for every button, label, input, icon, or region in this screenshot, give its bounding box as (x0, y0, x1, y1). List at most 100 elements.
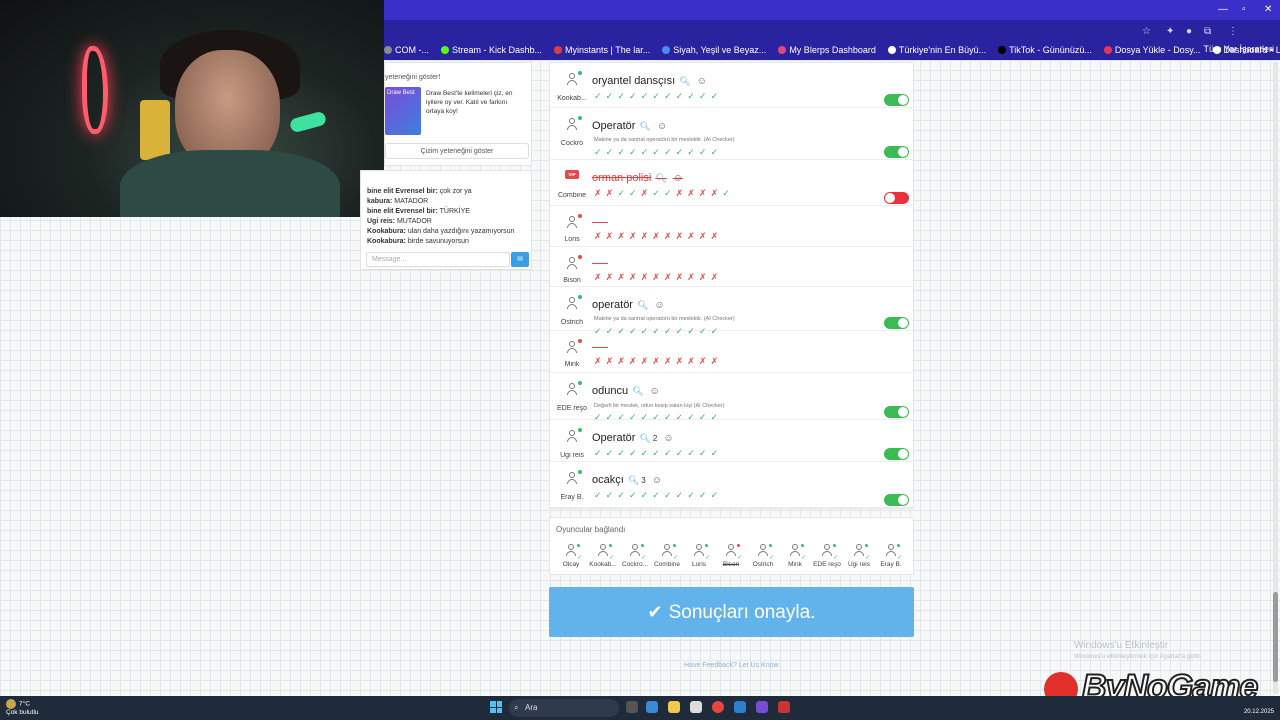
guess-word: oryantel dansçısı (592, 75, 676, 87)
chrome-icon[interactable] (712, 701, 724, 713)
task-view-icon[interactable] (626, 701, 638, 713)
bookmark-label: Türkiye'nin En Büyü... (898, 45, 987, 55)
ai-checker-note: Makine ya da santral operatörü bir mesle… (594, 316, 735, 322)
status-dot (769, 544, 772, 547)
obs-icon[interactable] (778, 701, 790, 713)
vote-marks: ✓✓✓✓✓✓✓✓✓✓✓ (594, 147, 723, 157)
avatar-icon (566, 73, 578, 86)
chat-message: kabura: MATADOR (367, 197, 531, 207)
like-count: 2 (652, 434, 658, 443)
check-icon: ✓ (705, 555, 711, 561)
file-explorer-icon[interactable] (668, 701, 680, 713)
widgets-icon[interactable] (646, 701, 658, 713)
bookmark-item[interactable]: Stream - Kick Dashb... (441, 45, 542, 55)
bookmark-list: COM -... Stream - Kick Dashb... Myinstants… (384, 42, 1280, 58)
result-row: Mink ✗✗✗✗✗✗✗✗✗✗✗ (550, 331, 914, 373)
react-icon[interactable]: ☺ (654, 300, 664, 311)
bookmark-favicon (1103, 46, 1112, 54)
player-name: Cockro (560, 140, 584, 147)
minimize-icon[interactable]: — (1218, 4, 1228, 15)
app-icon[interactable] (734, 701, 746, 713)
check-icon: ✓ (641, 555, 647, 561)
accept-toggle[interactable] (884, 406, 909, 418)
react-icon[interactable]: ☺ (652, 475, 662, 486)
player-name: Bison (563, 277, 581, 284)
chat-text: ulan daha yazdığını yazamıyorsun (405, 228, 515, 235)
search-icon[interactable]: 🔍︎ (639, 433, 650, 443)
confirm-results-button[interactable]: ✔ Sonuçları onayla. (549, 587, 914, 637)
weather-desc: Çok bulutlu (6, 709, 39, 716)
accept-toggle[interactable] (884, 192, 909, 204)
connected-player: ✓ Ostrich (747, 544, 779, 568)
calendar-icon[interactable] (690, 701, 702, 713)
accept-toggle[interactable] (884, 448, 909, 460)
bookmark-label: TikTok - Gününüzü... (1009, 45, 1092, 55)
search-icon[interactable]: 🔍︎ (639, 121, 650, 131)
bookmark-item[interactable]: Dosya Yükle - Dosy... (1103, 45, 1201, 55)
chat-message-input[interactable]: Message... (366, 252, 510, 267)
system-tray[interactable]: 20.12.2025 (1244, 700, 1274, 716)
bookmark-favicon (887, 46, 896, 54)
vote-marks: ✓✓✓✓✓✓✓✓✓✓✓ (594, 448, 723, 458)
scrollbar-thumb[interactable] (1273, 592, 1278, 682)
connected-player-name: Combine (653, 561, 680, 568)
search-icon[interactable]: 🔍︎ (637, 300, 648, 310)
vote-marks: ✗✗✗✗✗✗✗✗✗✗✗ (594, 356, 723, 366)
bookmark-item[interactable]: COM -... (384, 45, 429, 55)
all-bookmarks-link[interactable]: Tüm Yer İşaretleri (1203, 44, 1274, 54)
feedback-link[interactable]: Have Feedback? Let Us Know (684, 662, 779, 669)
player-name: Loris (564, 236, 580, 243)
close-icon[interactable]: ✕ (1264, 4, 1272, 15)
puzzle-icon[interactable]: ⧉ (1204, 26, 1211, 37)
extension-icon[interactable]: ● (1186, 26, 1192, 37)
accept-toggle[interactable] (884, 94, 909, 106)
extension-icon[interactable]: ✦ (1166, 26, 1174, 37)
page-scrollbar[interactable] (1273, 62, 1278, 694)
check-icon: ✓ (897, 555, 903, 561)
connected-player: ✓ Combine (651, 544, 683, 568)
weather-widget[interactable]: 7°C Çok bulutlu (6, 699, 39, 717)
bookmark-item[interactable]: Myinstants | The lar... (554, 45, 650, 55)
status-dot (578, 214, 582, 218)
accept-toggle[interactable] (884, 146, 909, 158)
search-icon[interactable]: 🔍︎ (632, 386, 643, 396)
connected-player-name: Bison (722, 561, 740, 568)
star-icon[interactable]: ☆ (1142, 26, 1151, 37)
search-icon[interactable]: 🔍︎ (628, 475, 639, 485)
result-row: VIP Combine orman polisi 🔍︎ ☺ ✗✗✓✓✗✓✓✗✗✗✗✓ (550, 160, 914, 206)
avatar-icon (566, 341, 578, 354)
search-icon[interactable]: 🔍︎ (655, 173, 666, 183)
taskbar-search[interactable]: Ara (509, 699, 619, 717)
result-row: Eray B. ocakçı 🔍︎ 3 ☺ ✓✓✓✓✓✓✓✓✓✓✓ (550, 462, 914, 508)
bookmark-favicon (384, 46, 392, 54)
status-dot (578, 71, 582, 75)
send-icon[interactable]: ✉ (511, 252, 529, 267)
bookmark-favicon (441, 46, 449, 54)
menu-icon[interactable]: ⋮ (1228, 26, 1238, 37)
maximize-icon[interactable]: ▫ (1242, 4, 1246, 15)
accept-toggle[interactable] (884, 494, 909, 506)
bookmark-item[interactable]: TikTok - Gününüzü... (998, 45, 1092, 55)
react-icon[interactable]: ☺ (697, 76, 707, 87)
chat-text: TÜRKİYE (437, 208, 470, 215)
bookmark-item[interactable]: Siyah, Yeşil ve Beyaz... (662, 45, 766, 55)
react-icon[interactable]: ☺ (657, 121, 667, 132)
avatar-icon (566, 216, 578, 229)
guess-text: oryantel dansçısı 🔍︎ ☺ (592, 75, 707, 87)
react-icon[interactable]: ☺ (663, 433, 673, 444)
chat-message: bine elit Evrensel bir: çok zor ya (367, 187, 531, 197)
accept-toggle[interactable] (884, 317, 909, 329)
bookmark-item[interactable]: Türkiye'nin En Büyü... (887, 45, 987, 55)
bookmark-item[interactable]: My Blerps Dashboard (778, 45, 876, 55)
connected-player-name: Ostrich (752, 561, 774, 568)
weather-temp: 7°C (19, 700, 30, 708)
react-icon[interactable]: ☺ (673, 173, 683, 184)
show-drawing-button[interactable]: Çizim yeteneğini göster (385, 143, 529, 159)
status-dot (641, 544, 644, 547)
drawbest-image[interactable]: Draw Best (385, 87, 421, 135)
windows-start-icon[interactable] (490, 701, 502, 713)
search-icon[interactable]: 🔍︎ (679, 76, 690, 86)
status-dot (578, 381, 582, 385)
discord-icon[interactable] (756, 701, 768, 713)
react-icon[interactable]: ☺ (650, 386, 660, 397)
